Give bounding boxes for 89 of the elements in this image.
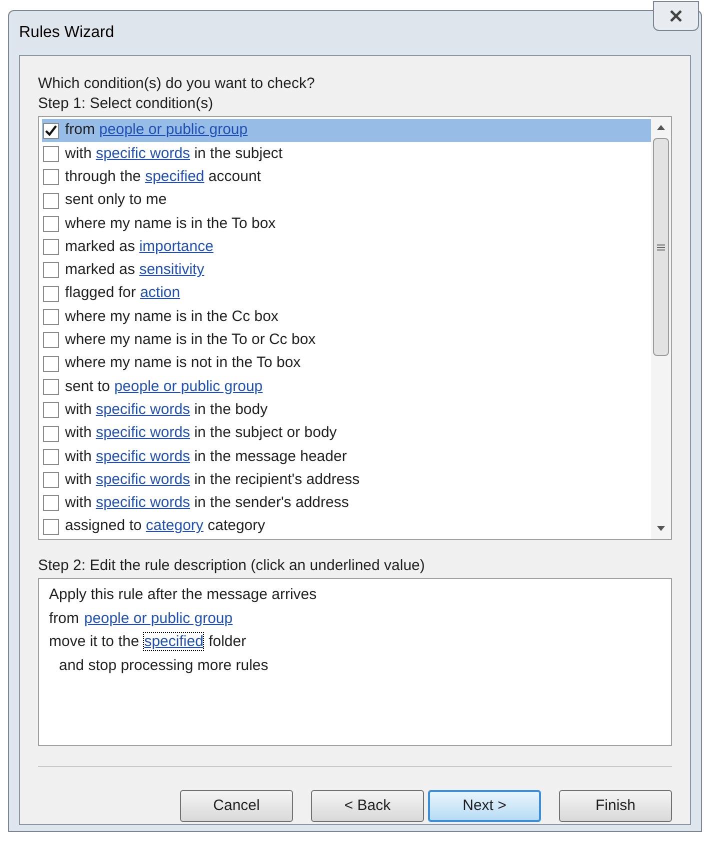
condition-text: with specific words in the subject <box>65 144 283 164</box>
link[interactable]: specific words <box>96 494 190 512</box>
link[interactable]: people or public group <box>99 121 248 138</box>
condition-row[interactable]: with specific words in the subject or body <box>42 422 651 446</box>
link[interactable]: people or public group <box>114 378 263 395</box>
condition-text: where my name is in the To box <box>65 214 276 234</box>
checkbox[interactable] <box>43 378 59 395</box>
scrollbar[interactable] <box>651 117 671 539</box>
condition-text: assigned to category category <box>65 516 266 536</box>
dialog-button[interactable]: Finish <box>559 790 672 822</box>
description-line: and stop processing more rules <box>58 656 270 676</box>
checkbox[interactable] <box>43 262 59 278</box>
window-title: Rules Wizard <box>19 23 114 43</box>
checkbox[interactable] <box>43 426 59 442</box>
condition-text: marked as importance <box>65 236 214 257</box>
condition-text: with specific words in the message header <box>65 446 347 467</box>
condition-text: flagged for action <box>65 283 180 304</box>
checkbox[interactable] <box>43 332 59 348</box>
condition-text: with specific words in the body <box>65 400 268 420</box>
checkbox[interactable] <box>43 192 59 209</box>
checkbox[interactable] <box>43 402 59 418</box>
checkbox[interactable] <box>43 448 59 465</box>
condition-row[interactable]: flagged for action <box>42 282 651 306</box>
condition-row[interactable]: assigned to category category <box>42 515 651 538</box>
description-line: move it to the specified folder <box>49 631 248 653</box>
link[interactable]: specific words <box>96 448 190 465</box>
description-line: from people or public group <box>49 608 235 630</box>
checkbox[interactable] <box>43 495 59 512</box>
condition-row[interactable]: sent only to me <box>42 188 651 212</box>
condition-row[interactable]: from people or public group <box>42 119 651 142</box>
condition-text: through the specified account <box>65 166 261 187</box>
condition-text: sent only to me <box>65 190 167 210</box>
condition-row[interactable]: with specific words in the recipient's address <box>42 468 651 492</box>
link[interactable]: specified <box>143 632 204 651</box>
link[interactable]: specific words <box>96 400 190 418</box>
scroll-down-icon[interactable] <box>657 526 665 531</box>
link[interactable]: specific words <box>96 144 190 162</box>
condition-text: where my name is in the To or Cc box <box>65 330 316 350</box>
checkbox[interactable] <box>43 472 59 488</box>
checkbox[interactable] <box>43 239 59 256</box>
checkbox[interactable] <box>43 146 59 162</box>
question-text: Which condition(s) do you want to check? <box>38 74 316 94</box>
link[interactable]: sensitivity <box>139 261 204 278</box>
link[interactable]: importance <box>139 238 214 255</box>
link[interactable]: specific words <box>96 424 190 442</box>
condition-text: with specific words in the sender's address <box>65 493 349 514</box>
checkbox[interactable] <box>43 169 59 186</box>
step-label: Step 2: Edit the rule description (click an underlined value) <box>38 556 426 576</box>
condition-text: where my name is in the Cc box <box>65 306 278 327</box>
description-line: Apply this rule after the message arrives <box>49 585 318 605</box>
scroll-thumb[interactable] <box>653 138 669 356</box>
checkbox[interactable] <box>43 356 59 372</box>
link[interactable]: category <box>146 517 204 534</box>
dialog-button[interactable]: Cancel <box>180 790 293 822</box>
condition-row[interactable]: marked as importance <box>42 235 651 259</box>
condition-text: with specific words in the recipient's address <box>65 470 360 490</box>
dialog-button[interactable]: < Back <box>311 790 424 822</box>
condition-row[interactable]: where my name is in the To or Cc box <box>42 328 651 352</box>
close-icon <box>669 10 683 22</box>
grip-icon <box>657 244 665 250</box>
condition-row[interactable]: with specific words in the body <box>42 398 651 422</box>
condition-row[interactable]: where my name is in the To box <box>42 212 651 236</box>
close-button[interactable] <box>653 1 699 31</box>
condition-text: sent to people or public group <box>65 376 263 397</box>
checkbox[interactable] <box>43 216 59 232</box>
condition-row[interactable]: with specific words in the subject <box>42 142 651 166</box>
link[interactable]: people or public group <box>83 608 234 628</box>
step-label: Step 1: Select condition(s) <box>38 94 214 114</box>
checkbox[interactable] <box>43 518 59 535</box>
condition-row[interactable]: where my name is in the Cc box <box>42 305 651 329</box>
check-icon <box>45 125 57 136</box>
link[interactable]: specified <box>145 168 204 185</box>
link[interactable]: action <box>140 284 180 302</box>
condition-text: marked as sensitivity <box>65 260 204 280</box>
condition-text: from people or public group <box>65 120 248 140</box>
condition-row[interactable]: with specific words in the message header <box>42 445 651 468</box>
condition-row[interactable]: marked as sensitivity <box>42 258 651 282</box>
checkbox[interactable] <box>43 309 59 326</box>
condition-row[interactable]: through the specified account <box>42 166 651 189</box>
condition-row[interactable]: where my name is not in the To box <box>42 352 651 376</box>
condition-row[interactable]: sent to people or public group <box>42 375 651 399</box>
condition-row[interactable]: with specific words in the sender's address <box>42 492 651 516</box>
dialog-button[interactable]: Next > <box>428 790 541 822</box>
condition-text: with specific words in the subject or body <box>65 423 337 444</box>
checkbox[interactable] <box>43 286 59 302</box>
link[interactable]: specific words <box>96 470 190 488</box>
scroll-up-icon[interactable] <box>657 125 665 130</box>
checkbox[interactable] <box>43 122 59 139</box>
condition-text: where my name is not in the To box <box>65 353 301 374</box>
